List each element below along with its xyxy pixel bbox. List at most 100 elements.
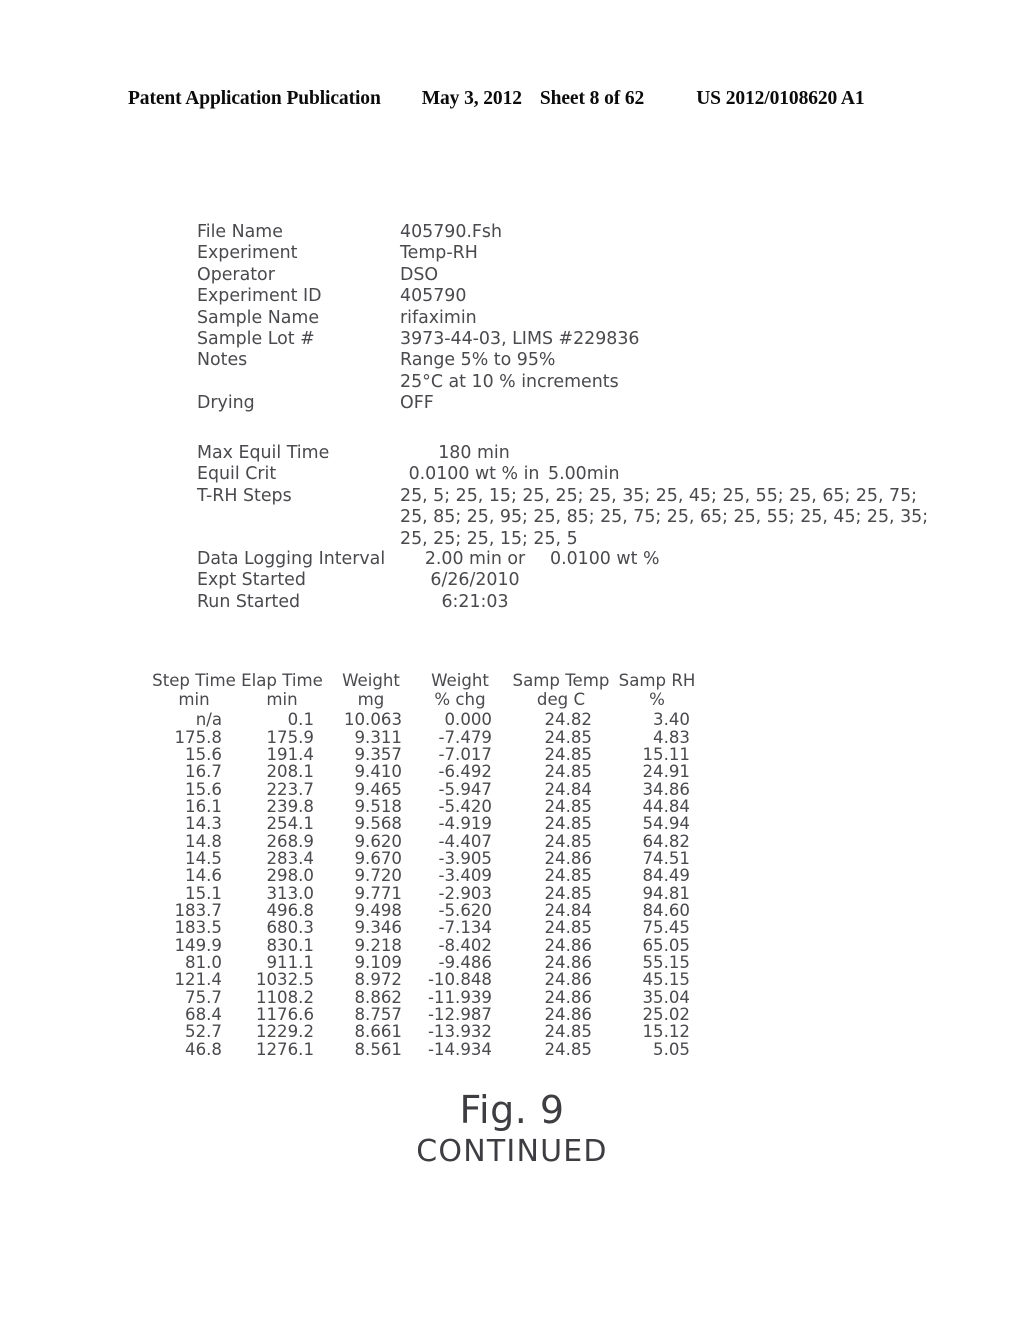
- cell-weight-pct-chg: -5.947: [438, 779, 493, 799]
- cell-weight-pct-chg: -8.402: [438, 935, 493, 955]
- table-row: 15.6 191.4 9.357 -7.017 24.85 15.11: [152, 744, 698, 764]
- cell-weight-pct-chg: -4.919: [438, 814, 493, 834]
- column-header-weight-mg: Weight mg: [328, 671, 414, 711]
- cell-weight-mg: 8.862: [354, 987, 402, 1007]
- metadata-row-notes-continued: Notes 25°C at 10 % increments: [197, 372, 639, 393]
- cell-weight-pct-chg: -11.939: [427, 987, 492, 1007]
- cell-samp-rh: 65.05: [642, 935, 690, 955]
- table-row: 52.7 1229.2 8.661 -13.932 24.85 15.12: [152, 1022, 698, 1042]
- log-label: Data Logging Interval: [197, 549, 386, 569]
- measurement-data-table: Step Time min Elap Time min Weight mg We…: [152, 671, 698, 1058]
- equil-label: Max Equil Time: [197, 443, 330, 463]
- cell-samp-temp: 24.86: [544, 935, 592, 955]
- cell-step-time: 16.1: [185, 796, 222, 816]
- log-row-run-started: Run Started 6:21:03: [197, 592, 659, 613]
- cell-weight-mg: 9.109: [354, 953, 402, 972]
- cell-samp-rh: 15.11: [642, 744, 690, 764]
- cell-elap-time: 254.1: [266, 814, 314, 834]
- cell-elap-time: 1176.6: [255, 1005, 314, 1025]
- cell-samp-temp: 24.85: [544, 866, 592, 886]
- cell-samp-temp: 24.85: [544, 796, 592, 816]
- cell-weight-pct-chg: -7.134: [438, 918, 493, 938]
- cell-samp-temp: 24.85: [544, 814, 592, 834]
- cell-elap-time: 175.9: [266, 727, 314, 747]
- cell-weight-mg: 9.410: [354, 762, 402, 782]
- cell-step-time: 81.0: [185, 953, 222, 972]
- cell-weight-mg: 9.518: [354, 796, 402, 816]
- cell-weight-mg: 8.561: [354, 1039, 402, 1059]
- cell-step-time: 15.1: [185, 883, 222, 903]
- cell-weight-pct-chg: 0.000: [444, 710, 492, 730]
- cell-samp-temp: 24.85: [544, 727, 592, 747]
- trh-steps-line: 25, 85; 25, 95; 25, 85; 25, 75; 25, 65; …: [400, 507, 929, 528]
- cell-samp-temp: 24.85: [544, 918, 592, 938]
- table-row: n/a 0.1 10.063 0.000 24.82 3.40: [152, 710, 698, 730]
- cell-weight-mg: 9.465: [354, 779, 402, 799]
- column-header-name: Samp Temp: [512, 671, 610, 690]
- column-header-unit: deg C: [536, 689, 586, 709]
- metadata-label: Sample Lot #: [197, 329, 315, 350]
- table-row: 14.6 298.0 9.720 -3.409 24.85 84.49: [152, 866, 698, 886]
- equil-value-secondary: 5.00min: [548, 464, 620, 485]
- table-head: Step Time min Elap Time min Weight mg We…: [152, 671, 698, 711]
- cell-elap-time: 191.4: [266, 744, 314, 764]
- metadata-label: Drying: [197, 393, 255, 414]
- cell-samp-rh: 44.84: [642, 796, 690, 816]
- cell-weight-pct-chg: -3.409: [438, 866, 493, 886]
- cell-elap-time: 223.7: [266, 779, 314, 799]
- column-header-unit: % chg: [434, 689, 486, 709]
- cell-weight-mg: 9.568: [354, 814, 402, 834]
- metadata-row-drying: Drying OFF: [197, 393, 639, 414]
- cell-samp-rh: 3.40: [653, 710, 690, 730]
- table-row: 14.3 254.1 9.568 -4.919 24.85 54.94: [152, 814, 698, 834]
- cell-elap-time: 239.8: [266, 796, 314, 816]
- cell-step-time: 75.7: [185, 987, 222, 1007]
- log-value-secondary: 0.0100 wt %: [550, 549, 660, 569]
- column-header-samp-temp: Samp Temp deg C: [506, 671, 616, 711]
- table-row: 149.9 830.1 9.218 -8.402 24.86 65.05: [152, 935, 698, 955]
- cell-samp-temp: 24.86: [544, 987, 592, 1007]
- equil-label: Equil Crit: [197, 464, 277, 485]
- metadata-label: Sample Name: [197, 307, 320, 328]
- table-row: 15.6 223.7 9.465 -5.947 24.84 34.86: [152, 779, 698, 799]
- cell-step-time: 14.8: [185, 831, 222, 851]
- table-row: 121.4 1032.5 8.972 -10.848 24.86 45.15: [152, 970, 698, 990]
- cell-elap-time: 1032.5: [255, 970, 314, 990]
- cell-step-time: 52.7: [185, 1022, 222, 1042]
- cell-samp-temp: 24.85: [544, 831, 592, 851]
- cell-step-time: 183.7: [174, 900, 222, 920]
- cell-weight-mg: 9.771: [354, 883, 402, 903]
- log-row-data-logging-interval: Data Logging Interval 2.00 min or 0.0100…: [197, 549, 659, 570]
- column-header-unit: min: [178, 689, 210, 709]
- cell-samp-temp: 24.84: [544, 900, 592, 920]
- column-header-step-time: Step Time min: [152, 671, 236, 711]
- cell-weight-mg: 10.063: [343, 710, 402, 730]
- cell-weight-mg: 9.720: [354, 866, 402, 886]
- metadata-row-file-name: File Name 405790.Fsh: [197, 222, 639, 243]
- table-row: 16.1 239.8 9.518 -5.420 24.85 44.84: [152, 796, 698, 816]
- table-row: 183.5 680.3 9.346 -7.134 24.85 75.45: [152, 918, 698, 938]
- cell-samp-rh: 5.05: [653, 1039, 690, 1059]
- table-row: 175.8 175.9 9.311 -7.479 24.85 4.83: [152, 727, 698, 747]
- cell-weight-pct-chg: -6.492: [438, 762, 493, 782]
- cell-weight-mg: 9.670: [354, 848, 402, 868]
- metadata-row-sample-name: Sample Name rifaximin: [197, 308, 639, 329]
- column-header-elap-time: Elap Time min: [236, 671, 328, 711]
- cell-weight-mg: 9.346: [354, 918, 402, 938]
- cell-samp-temp: 24.86: [544, 970, 592, 990]
- column-header-name: Elap Time: [241, 671, 323, 690]
- equil-row-trh-steps-line2: T-RH Steps 25, 85; 25, 95; 25, 85; 25, 7…: [197, 507, 928, 528]
- cell-samp-temp: 24.82: [544, 710, 592, 730]
- trh-steps-line: 25, 25; 25, 15; 25, 5: [400, 528, 578, 549]
- cell-samp-rh: 94.81: [642, 883, 690, 903]
- cell-weight-pct-chg: -4.407: [438, 831, 493, 851]
- cell-weight-pct-chg: -5.620: [438, 900, 493, 920]
- cell-step-time: 16.7: [185, 762, 222, 782]
- cell-step-time: 46.8: [185, 1039, 222, 1059]
- metadata-value: DSO: [400, 264, 439, 285]
- equil-row-trh-steps: T-RH Steps 25, 5; 25, 15; 25, 25; 25, 35…: [197, 486, 928, 507]
- cell-samp-rh: 35.04: [642, 987, 690, 1007]
- table-body: n/a 0.1 10.063 0.000 24.82 3.40 175.8 175.9 9.31…: [152, 711, 698, 1058]
- metadata-value: 405790.Fsh: [400, 222, 503, 242]
- cell-elap-time: 1229.2: [255, 1022, 314, 1042]
